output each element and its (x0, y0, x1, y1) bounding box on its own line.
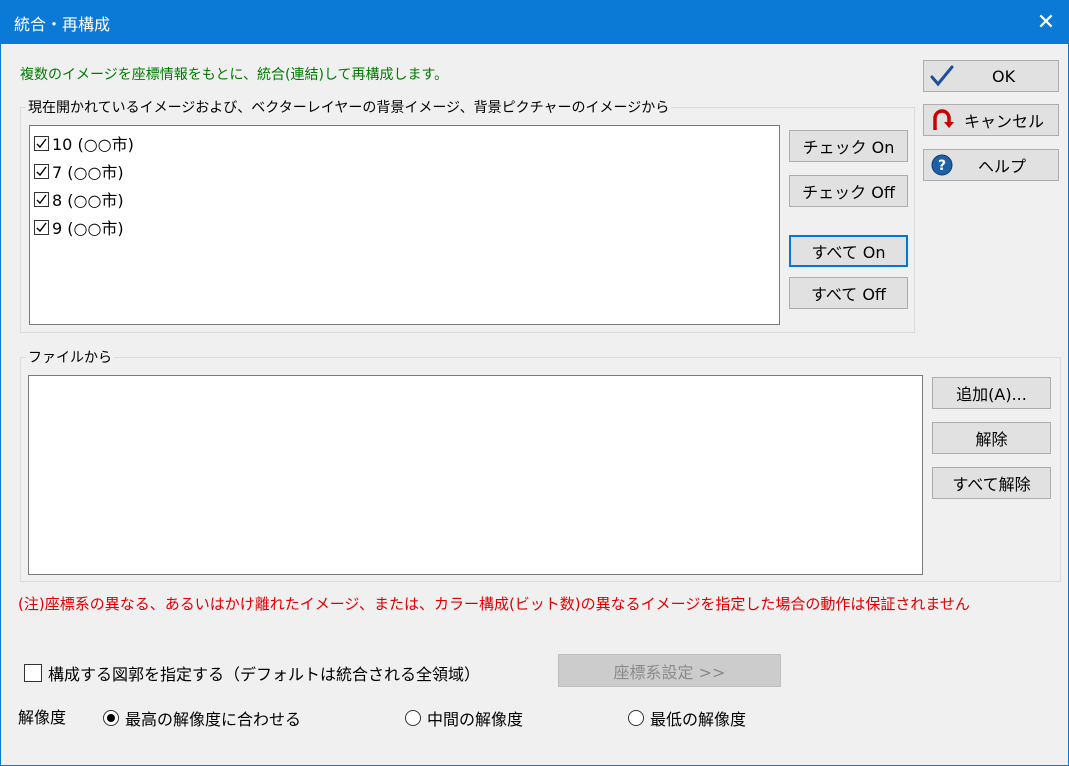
checkbox[interactable] (34, 163, 49, 179)
warning-note: (注)座標系の異なる、あるいはかけ離れたイメージ、または、カラー構成(ビット数)… (18, 595, 970, 613)
cancel-label: キャンセル (964, 112, 1045, 131)
open-images-list[interactable]: 10 (○○市) 7 (○○市) 8 (○○市) 9 (○○市) (29, 125, 780, 325)
checkbox[interactable] (34, 219, 49, 235)
resolution-label: 解像度 (18, 708, 67, 727)
list-item[interactable]: 7 (○○市) (34, 158, 124, 184)
radio-button[interactable] (628, 710, 644, 726)
close-icon[interactable]: ✕ (1023, 0, 1069, 44)
title-bar: 統合・再構成 ✕ (0, 0, 1069, 44)
help-label: ヘルプ (978, 157, 1027, 176)
check-off-button[interactable]: チェック Off (789, 175, 908, 207)
radio-selected-dot (107, 714, 115, 722)
list-item[interactable]: 10 (○○市) (34, 130, 134, 156)
list-item-label: 8 (○○市) (52, 191, 124, 210)
coordinate-system-button[interactable]: 座標系設定 >> (558, 654, 781, 687)
resolution-option-label: 最低の解像度 (650, 710, 747, 729)
remove-file-button[interactable]: 解除 (932, 422, 1051, 454)
resolution-option-middle[interactable]: 中間の解像度 (405, 706, 523, 730)
ok-button[interactable]: OK (923, 60, 1059, 92)
list-item-label: 7 (○○市) (52, 163, 124, 182)
all-on-button[interactable]: すべて On (789, 235, 908, 267)
resolution-option-highest[interactable]: 最高の解像度に合わせる (103, 706, 301, 730)
resolution-option-label: 中間の解像度 (427, 710, 524, 729)
add-file-button[interactable]: 追加(A)... (932, 377, 1051, 409)
list-item-label: 9 (○○市) (52, 219, 124, 238)
region-checkbox-label: 構成する図郭を指定する（デフォルトは統合される全領域） (48, 665, 481, 684)
remove-all-files-button[interactable]: すべて解除 (932, 467, 1051, 499)
radio-button[interactable] (103, 710, 119, 726)
file-list[interactable] (28, 375, 923, 575)
list-item[interactable]: 8 (○○市) (34, 186, 124, 212)
check-on-button[interactable]: チェック On (789, 130, 908, 162)
checkmark-icon (928, 62, 956, 90)
radio-button[interactable] (405, 710, 421, 726)
intro-text: 複数のイメージを座標情報をもとに、統合(連結)して再構成します。 (20, 67, 449, 83)
checkbox[interactable] (34, 191, 49, 207)
region-option[interactable]: 構成する図郭を指定する（デフォルトは統合される全領域） (24, 661, 480, 685)
help-button[interactable]: ? ヘルプ (923, 149, 1059, 181)
checkbox[interactable] (34, 135, 49, 151)
help-icon: ? (928, 151, 956, 179)
resolution-option-label: 最高の解像度に合わせる (125, 710, 302, 729)
list-item[interactable]: 9 (○○市) (34, 214, 124, 240)
resolution-option-lowest[interactable]: 最低の解像度 (628, 706, 746, 730)
region-checkbox[interactable] (24, 664, 42, 682)
cancel-button[interactable]: キャンセル (923, 104, 1059, 136)
list-item-label: 10 (○○市) (52, 135, 134, 154)
open-images-group-label: 現在開かれているイメージおよび、ベクターレイヤーの背景イメージ、背景ピクチャーの… (26, 97, 672, 117)
file-group-label: ファイルから (26, 347, 114, 367)
ok-label: OK (992, 66, 1016, 86)
all-off-button[interactable]: すべて Off (789, 277, 908, 309)
undo-arrow-icon (928, 106, 956, 134)
window-title: 統合・再構成 (14, 15, 111, 34)
svg-text:?: ? (938, 158, 946, 174)
